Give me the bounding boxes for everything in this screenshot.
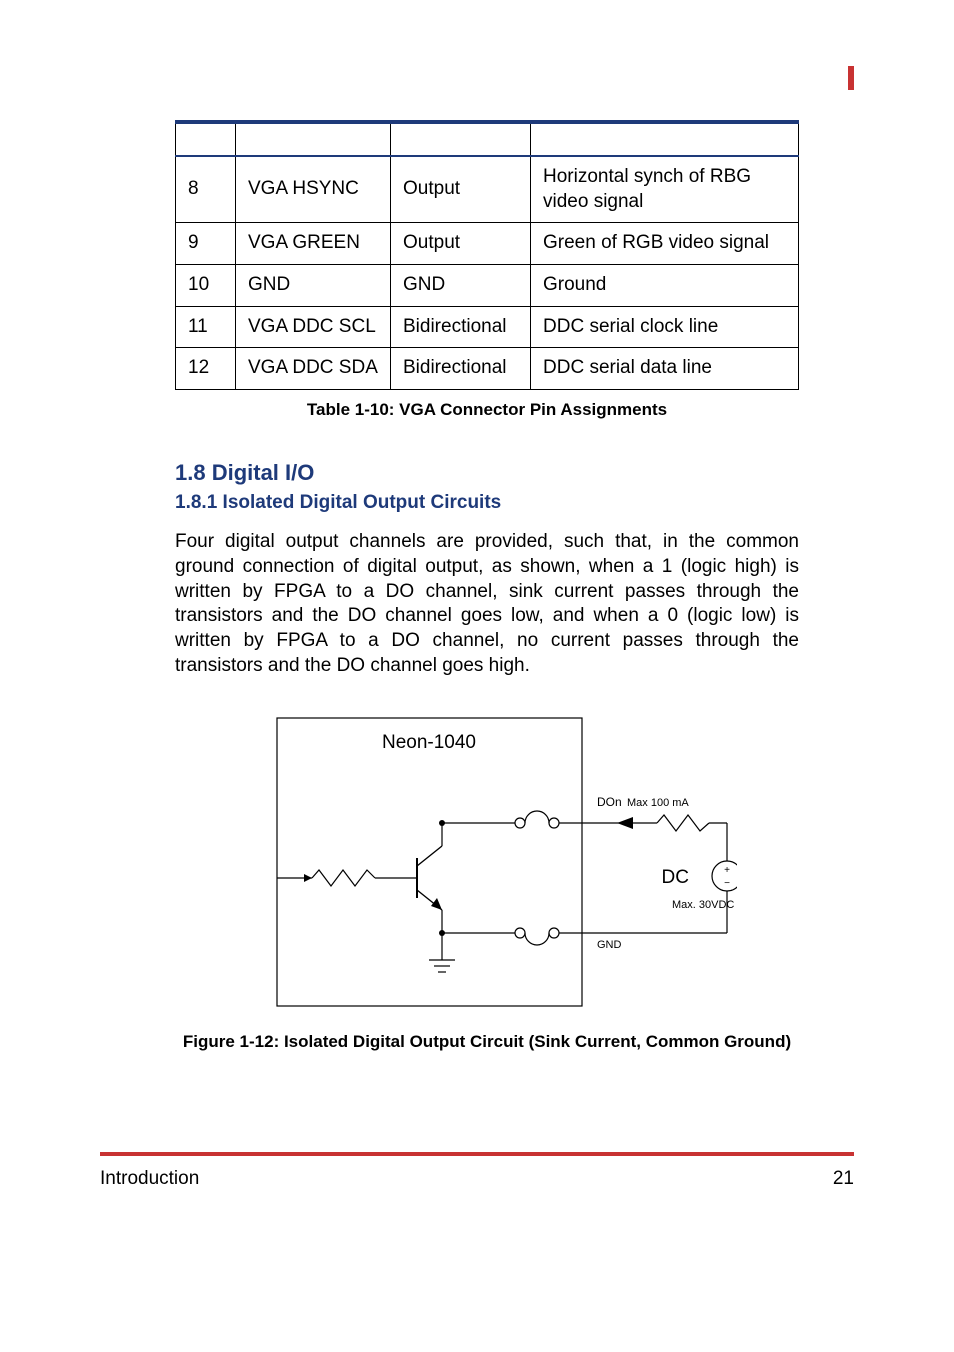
- footer-section-name: Introduction: [100, 1168, 199, 1190]
- cell-signal: VGA HSYNC: [236, 156, 391, 223]
- table-row: 12 VGA DDC SDA Bidirectional DDC serial …: [176, 348, 799, 390]
- diagram-title: Neon-1040: [382, 732, 476, 753]
- cell-type: Output: [391, 223, 531, 265]
- cell-pin: 9: [176, 223, 236, 265]
- section-heading: 1.8 Digital I/O: [175, 460, 799, 486]
- cell-pin: 10: [176, 265, 236, 307]
- table-row: 11 VGA DDC SCL Bidirectional DDC serial …: [176, 306, 799, 348]
- cell-desc: DDC serial clock line: [531, 306, 799, 348]
- cell-type: GND: [391, 265, 531, 307]
- table-row: 8 VGA HSYNC Output Horizontal synch of R…: [176, 156, 799, 223]
- footer-rule: [100, 1152, 854, 1156]
- page-footer: Introduction 21: [0, 1152, 954, 1190]
- cell-desc: DDC serial data line: [531, 348, 799, 390]
- header-accent-bar: [848, 66, 854, 90]
- max-vdc-label: Max. 30VDC: [672, 899, 734, 911]
- section-body-text: Four digital output channels are provide…: [175, 530, 799, 678]
- dc-label: DC: [662, 867, 689, 888]
- cell-signal: VGA GREEN: [236, 223, 391, 265]
- cell-type: Bidirectional: [391, 348, 531, 390]
- cell-signal: GND: [236, 265, 391, 307]
- footer-page-number: 21: [833, 1168, 854, 1190]
- cell-type: Output: [391, 156, 531, 223]
- figure-caption: Figure 1-12: Isolated Digital Output Cir…: [175, 1032, 799, 1052]
- cell-signal: VGA DDC SCL: [236, 306, 391, 348]
- cell-desc: Ground: [531, 265, 799, 307]
- do-label: DOn: [597, 795, 622, 809]
- cell-type: Bidirectional: [391, 306, 531, 348]
- gnd-label: GND: [597, 939, 622, 951]
- circuit-diagram: Neon-1040: [175, 708, 799, 1018]
- cell-pin: 12: [176, 348, 236, 390]
- table-row: 10 GND GND Ground: [176, 265, 799, 307]
- cell-desc: Horizontal synch of RBG video signal: [531, 156, 799, 223]
- digital-output-circuit-svg: Neon-1040: [237, 708, 737, 1018]
- subsection-heading: 1.8.1 Isolated Digital Output Circuits: [175, 492, 799, 514]
- cell-pin: 11: [176, 306, 236, 348]
- dc-minus: −: [724, 878, 730, 889]
- dc-plus: +: [724, 865, 730, 876]
- table-caption: Table 1-10: VGA Connector Pin Assignment…: [175, 400, 799, 420]
- vga-pin-table: 8 VGA HSYNC Output Horizontal synch of R…: [175, 120, 799, 390]
- cell-signal: VGA DDC SDA: [236, 348, 391, 390]
- cell-pin: 8: [176, 156, 236, 223]
- table-row: 9 VGA GREEN Output Green of RGB video si…: [176, 223, 799, 265]
- max-current-label: Max 100 mA: [627, 797, 689, 809]
- cell-desc: Green of RGB video signal: [531, 223, 799, 265]
